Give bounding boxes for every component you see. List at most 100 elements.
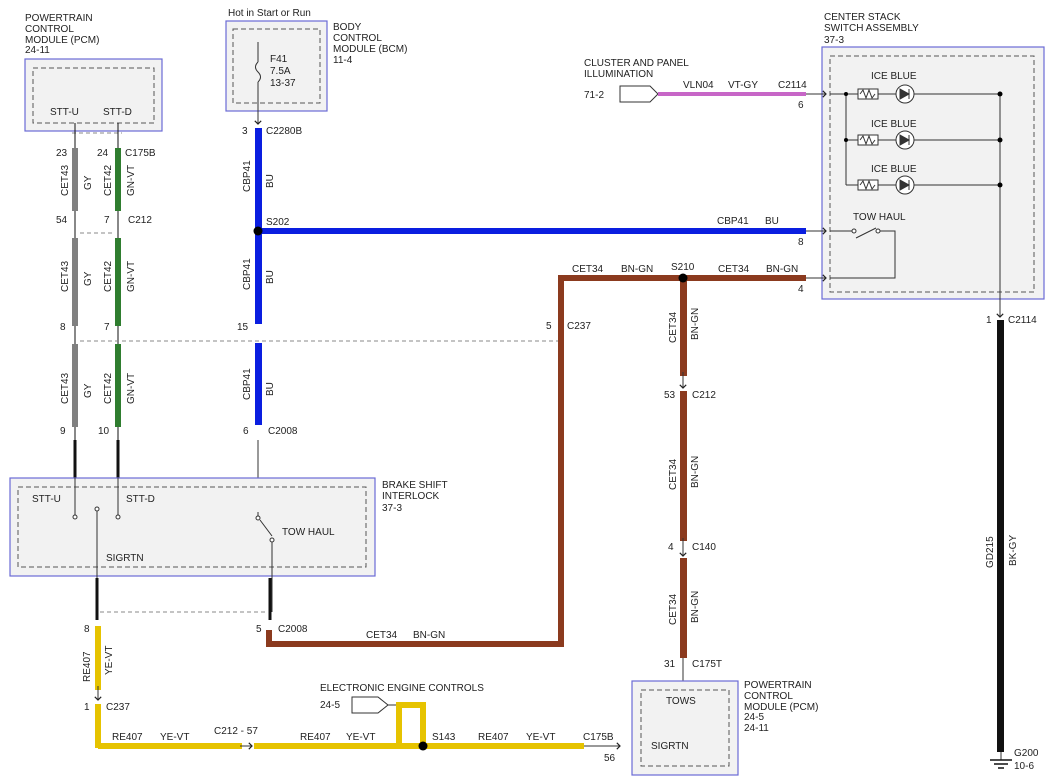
label-cet34-bottom: CET34 — [366, 630, 398, 641]
pin-7b: 7 — [104, 322, 110, 333]
label-cbp41-2: CBP41 — [242, 258, 253, 290]
pcm-bottom-ref: 24-5 24-11 — [744, 712, 769, 734]
conn-c212-left: C212 — [128, 215, 152, 226]
conn-c237-bottom: C237 — [106, 702, 130, 713]
label-bu-1: BU — [265, 174, 276, 188]
label-yevt-v: YE-VT — [104, 646, 115, 675]
pin-5-c2008: 5 — [256, 624, 262, 635]
splice-s210: S210 — [671, 262, 695, 273]
label-re407-h3: RE407 — [478, 732, 509, 743]
pin-csa-4: 4 — [798, 284, 804, 295]
bsi-pin-stt-u: STT-U — [32, 494, 61, 505]
label-cet34-h2: CET34 — [718, 264, 750, 275]
pin-4-c140: 4 — [668, 542, 674, 553]
bcm-ref: 11-4 — [333, 55, 353, 66]
conn-c2114-bottom: C2114 — [1008, 315, 1037, 326]
label-cet43-1: CET43 — [60, 164, 71, 196]
pcm-bottom-tows: TOWS — [666, 696, 696, 707]
bsi-tow-haul: TOW HAUL — [282, 527, 335, 538]
fuse-ref: 13-37 — [270, 78, 296, 89]
conn-c2114-top: C2114 — [778, 80, 807, 91]
label-yevt-h1: YE-VT — [160, 732, 189, 743]
label-gd215: GD215 — [985, 536, 996, 568]
label-cet34-v3: CET34 — [668, 593, 679, 625]
label-cet43-2: CET43 — [60, 260, 71, 292]
wiring-diagram: POWERTRAIN CONTROL MODULE (PCM) 24-11 STT-… — [9, 8, 1045, 776]
label-re407-h2: RE407 — [300, 732, 331, 743]
splice-s202: S202 — [266, 217, 290, 228]
wire-cet34-bngn: CET34 BN-GN S210 CET34 BN-GN 5 C237 CET3… — [266, 262, 806, 690]
label-gy-2: GY — [83, 271, 94, 286]
label-cet34-v2: CET34 — [668, 458, 679, 490]
wire-cet43-gy — [72, 123, 78, 478]
label-gnvt-2: GN-VT — [126, 261, 137, 292]
bcm-module: Hot in Start or Run BODY CONTROL MODULE (B… — [225, 8, 407, 112]
left-wire-labels: 23 24 C175B CET43 GY CET42 GN-VT 54 7 C2… — [56, 148, 156, 437]
lamp-label-1: ICE BLUE — [871, 71, 917, 82]
conn-c140: C140 — [692, 542, 716, 553]
pin-56: 56 — [604, 753, 616, 764]
pin-8: 8 — [60, 322, 66, 333]
csa-tow-haul-label: TOW HAUL — [853, 212, 906, 223]
cluster-ref: 71-2 — [584, 90, 604, 101]
label-bngn-h2: BN-GN — [766, 264, 798, 275]
bcm-note: Hot in Start or Run — [228, 8, 311, 19]
pin-csa-6: 6 — [798, 100, 804, 111]
wire-cbp41-bu — [253, 104, 806, 512]
pin-1-c237: 1 — [84, 702, 90, 713]
label-vtgy: VT-GY — [728, 80, 758, 91]
label-vln04: VLN04 — [683, 80, 714, 91]
pin-1-c2114: 1 — [986, 315, 992, 326]
eec-connector-icon — [351, 696, 389, 714]
bsi-ref: 37-3 — [382, 503, 402, 514]
fuse-amp: 7.5A — [270, 66, 291, 77]
label-bngn-v1: BN-GN — [690, 308, 701, 340]
eec-name: ELECTRONIC ENGINE CONTROLS — [320, 683, 484, 694]
lamp-label-3: ICE BLUE — [871, 164, 917, 175]
label-cet42-1: CET42 — [103, 164, 114, 196]
label-cet42-2: CET42 — [103, 260, 114, 292]
conn-c175t: C175T — [692, 659, 722, 670]
brake-shift-interlock-module: BRAKE SHIFT INTERLOCK 37-3 STT-U STT-D SI… — [9, 477, 448, 635]
cluster-illumination: CLUSTER AND PANEL ILLUMINATION 71-2 VLN04… — [584, 58, 807, 111]
label-gnvt-1: GN-VT — [126, 165, 137, 196]
conn-c2008-bottom: C2008 — [278, 624, 308, 635]
pin-8-c237: 8 — [84, 624, 90, 635]
pin-15: 15 — [237, 322, 249, 333]
label-cbp41-1: CBP41 — [242, 160, 253, 192]
cluster-name: CLUSTER AND PANEL ILLUMINATION — [584, 58, 689, 80]
fuse-id: F41 — [270, 54, 288, 65]
splice-s143-icon — [418, 741, 428, 751]
wire-gd215-bkgy: 1 C2114 GD215 BK-GY G200 10-6 — [985, 305, 1039, 772]
eec-ref: 24-5 — [320, 700, 340, 711]
label-yevt-h2: YE-VT — [346, 732, 375, 743]
pcm-top-pin-stt-d: STT-D — [103, 107, 132, 118]
pin-9: 9 — [60, 426, 66, 437]
blue-wire-labels: 3 C2280B CBP41 BU S202 CBP41 BU 15 CBP41… — [237, 126, 804, 437]
label-gy-3: GY — [83, 383, 94, 398]
center-stack-switch-assembly: CENTER STACK SWITCH ASSEMBLY 37-3 ICE BL… — [798, 12, 1045, 315]
label-gnvt-3: GN-VT — [126, 373, 137, 404]
pin-10: 10 — [98, 426, 110, 437]
conn-c175b: C175B — [125, 148, 156, 159]
label-cbp41-3: CBP41 — [242, 368, 253, 400]
label-cet34-v1: CET34 — [668, 311, 679, 343]
label-bkgy: BK-GY — [1008, 535, 1019, 566]
label-cet34-h1: CET34 — [572, 264, 604, 275]
pin-53: 53 — [664, 390, 676, 401]
bsi-pin-stt-d: STT-D — [126, 494, 155, 505]
pin-3: 3 — [242, 126, 248, 137]
label-bngn-bottom: BN-GN — [413, 630, 445, 641]
splice-s202-icon — [253, 226, 263, 236]
lamp-label-2: ICE BLUE — [871, 119, 917, 130]
csa-name: CENTER STACK SWITCH ASSEMBLY — [824, 12, 919, 34]
splice-s143: S143 — [432, 732, 456, 743]
conn-c237-top: C237 — [567, 321, 591, 332]
pin-7a: 7 — [104, 215, 110, 226]
led-icon — [895, 175, 915, 195]
conn-c2280b: C2280B — [266, 126, 302, 137]
pcm-bottom-module: POWERTRAIN CONTROL MODULE (PCM) 24-5 24-11 … — [631, 680, 818, 776]
conn-c2008-top: C2008 — [268, 426, 298, 437]
pcm-top-module: POWERTRAIN CONTROL MODULE (PCM) 24-11 STT-… — [24, 13, 163, 134]
bcm-name: BODY CONTROL MODULE (BCM) — [333, 22, 407, 55]
